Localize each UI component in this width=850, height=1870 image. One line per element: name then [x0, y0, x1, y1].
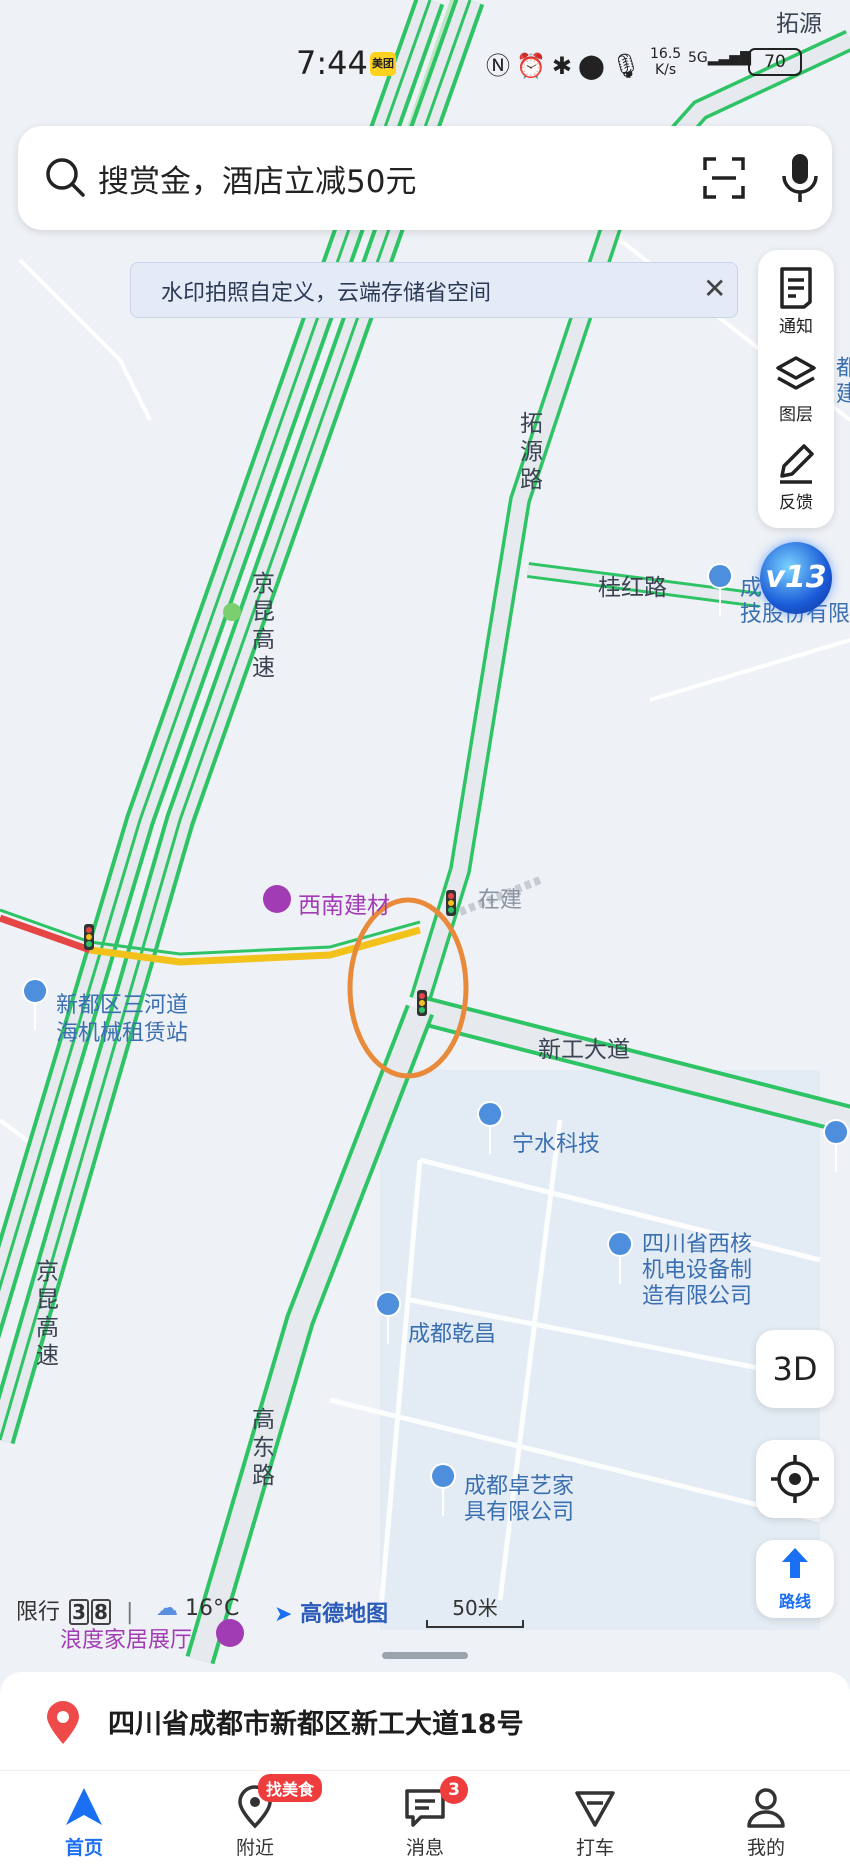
- poi-xihe-line3: 造有限公司: [642, 1284, 753, 1309]
- message-count-badge: 3: [440, 1776, 468, 1804]
- layers-label: 图层: [779, 405, 813, 425]
- locate-icon: [771, 1455, 819, 1503]
- tab-taxi[interactable]: 打车: [535, 1785, 655, 1860]
- gaode-brand-label: 高德地图: [300, 1602, 389, 1627]
- restriction-digit-1: 3: [69, 1599, 90, 1625]
- search-bar[interactable]: 搜赏金，酒店立减50元: [18, 126, 832, 230]
- poi-chengdu-qianchang[interactable]: 成都乾昌: [408, 1316, 496, 1348]
- location-pin-icon: [47, 1701, 79, 1744]
- route-label: 路线: [778, 1592, 811, 1611]
- restriction-label: 限行: [16, 1600, 61, 1625]
- feedback-button[interactable]: 反馈: [758, 436, 834, 524]
- notice-label: 通知: [779, 317, 813, 337]
- road-label-tuoyuan: 拓源路: [520, 411, 543, 493]
- signal-label: 5G: [688, 50, 708, 66]
- bottom-tab-bar: 首页 附近 消息 打车 我的: [0, 1770, 850, 1870]
- poi-xinan-jiancai[interactable]: 西南建材: [298, 886, 390, 920]
- cloud-rain-icon: ☁: [156, 1596, 178, 1621]
- gaode-logo-icon: ➤: [274, 1602, 293, 1627]
- scale-bar: [426, 1620, 524, 1628]
- road-label-tuoyuan-top: 拓源: [776, 11, 822, 37]
- poi-zhuoyi-furniture[interactable]: 成都卓艺家 具有限公司: [464, 1474, 574, 1526]
- map-tools-panel: 通知 图层 反馈: [758, 250, 834, 528]
- status-icons: Ⓝ⏰✱⬤🎙: [486, 46, 647, 81]
- sheet-drag-handle[interactable]: [382, 1652, 468, 1659]
- tab-mine[interactable]: 我的: [706, 1785, 826, 1860]
- road-label-gaodong: 高东路: [252, 1407, 275, 1489]
- profile-icon: [747, 1788, 785, 1828]
- road-label-guihong: 桂红路: [598, 575, 667, 601]
- feedback-label: 反馈: [779, 493, 813, 513]
- scan-icon[interactable]: [702, 156, 746, 200]
- notice-icon: [780, 267, 812, 309]
- banner-close-icon[interactable]: ✕: [703, 273, 726, 305]
- layers-icon: [776, 356, 816, 390]
- scale-label: 50米: [452, 1596, 498, 1620]
- poi-zhuoyi-line1: 成都卓艺家: [464, 1474, 575, 1499]
- promo-banner[interactable]: 水印拍照自定义，云端存储省空间 ✕: [130, 262, 738, 318]
- poi-zhuoyi-line2: 具有限公司: [464, 1500, 575, 1525]
- road-label-jingkun-upper: 京昆高速: [252, 571, 275, 681]
- layers-button[interactable]: 图层: [758, 348, 834, 436]
- locate-button[interactable]: [756, 1440, 834, 1518]
- traffic-restriction[interactable]: 限行 38 |: [16, 1594, 133, 1626]
- bluetooth-icon: ✱: [551, 52, 578, 80]
- tab-home-label: 首页: [64, 1837, 103, 1859]
- battery-icon: 70: [748, 48, 802, 76]
- temperature: 16°C: [185, 1596, 240, 1621]
- signal-icon: 5G▂▃▅▇: [688, 50, 751, 66]
- net-speed-unit: K/s: [654, 62, 677, 78]
- toggle-3d-button[interactable]: 3D: [756, 1330, 834, 1408]
- net-speed-value: 16.5: [650, 46, 682, 62]
- search-input[interactable]: 搜赏金，酒店立减50元: [98, 156, 416, 201]
- nfc-icon: Ⓝ: [486, 52, 516, 80]
- tab-home[interactable]: 首页: [24, 1785, 144, 1860]
- road-label-jingkun-lower: 京昆高速: [36, 1259, 59, 1369]
- alarm-icon: ⏰: [516, 52, 552, 80]
- gaode-brand: ➤ 高德地图: [274, 1596, 388, 1628]
- address-card[interactable]: 四川省成都市新都区新工大道18号: [0, 1672, 850, 1770]
- v13-floating-badge[interactable]: v13: [760, 542, 832, 614]
- weather-info[interactable]: ☁ 16°C: [156, 1596, 239, 1621]
- address-text: 四川省成都市新都区新工大道18号: [108, 1709, 524, 1740]
- voice-mic-icon[interactable]: [780, 152, 820, 204]
- net-speed: 16.5 K/s: [650, 46, 681, 78]
- road-label-xingong: 新工大道: [538, 1037, 630, 1063]
- tab-messages[interactable]: 消息: [365, 1785, 485, 1860]
- poi-xihe-line2: 机电设备制: [642, 1258, 753, 1283]
- location-icon: ⬤: [578, 52, 611, 80]
- poi-xihe-electromech[interactable]: 四川省西核 机电设备制 造有限公司: [642, 1232, 752, 1310]
- tab-taxi-label: 打车: [575, 1837, 614, 1859]
- mic-status-icon: 🎙: [610, 52, 648, 80]
- poi-ningshui-tech[interactable]: 宁水科技: [512, 1126, 600, 1158]
- tab-nearby-label: 附近: [235, 1837, 274, 1859]
- road-label-under-construction: 在建: [478, 888, 523, 913]
- edge-label-mid: 建: [836, 382, 850, 407]
- restriction-digit-2: 8: [91, 1599, 112, 1625]
- info-separator: |: [126, 1600, 134, 1625]
- poi-sanhe-machinery[interactable]: 新都区三河道 海机械租赁站: [56, 992, 188, 1048]
- banner-text: 水印拍照自定义，云端存储省空间: [161, 281, 492, 306]
- route-arrow-icon: [782, 1548, 808, 1578]
- feedback-icon: [780, 444, 814, 484]
- find-food-badge[interactable]: 找美食: [258, 1774, 323, 1802]
- status-time: 7:44: [296, 44, 368, 82]
- poi-xihe-line1: 四川省西核: [642, 1232, 753, 1257]
- route-button[interactable]: 路线: [756, 1540, 834, 1618]
- search-icon: [46, 158, 85, 197]
- notice-button[interactable]: 通知: [758, 260, 834, 348]
- meituan-icon: 美团: [370, 52, 396, 76]
- tab-messages-label: 消息: [405, 1837, 444, 1859]
- home-nav-icon: [66, 1788, 102, 1825]
- poi-sanhe-line1: 新都区三河道: [56, 993, 189, 1018]
- tab-mine-label: 我的: [746, 1837, 785, 1859]
- poi-langdu-furniture[interactable]: 浪度家居展厅: [60, 1622, 192, 1654]
- taxi-icon: [575, 1791, 615, 1827]
- status-bar: 7:44 美团 Ⓝ⏰✱⬤🎙 16.5 K/s 5G▂▃▅▇ 70: [0, 40, 850, 90]
- poi-sanhe-line2: 海机械租赁站: [56, 1021, 189, 1046]
